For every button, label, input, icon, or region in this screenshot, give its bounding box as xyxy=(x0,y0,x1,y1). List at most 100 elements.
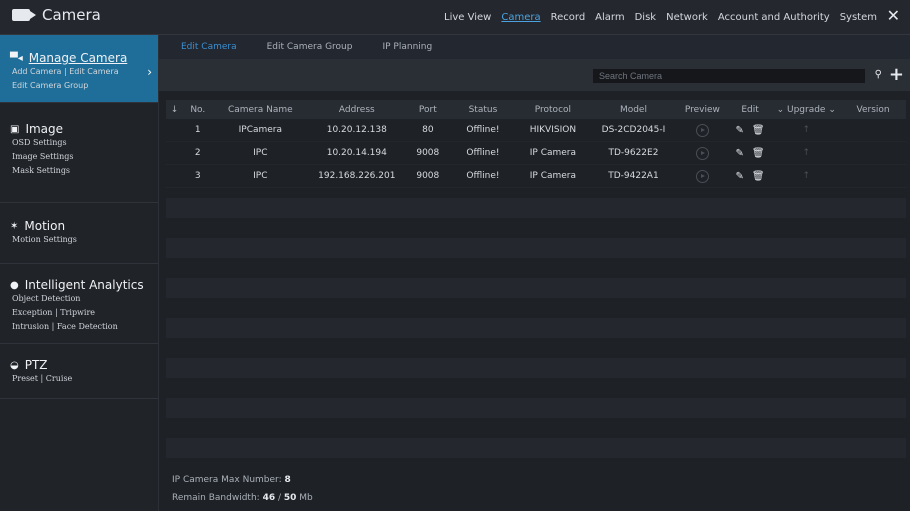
cell-model: TD-9422A1 xyxy=(608,171,659,181)
col-status[interactable]: Status xyxy=(450,100,516,119)
nav-live-view[interactable]: Live View xyxy=(443,12,492,23)
sidebar-section-ptz[interactable]: ◒ PTZ Preset | Cruise xyxy=(0,344,158,399)
cell-protocol: IP Camera xyxy=(529,148,577,158)
link-cruise[interactable]: Cruise xyxy=(46,374,73,383)
table-row[interactable]: 1 IPCamera 10.20.12.138 80 Offline! HIKV… xyxy=(166,119,906,142)
link-intrusion[interactable]: Intrusion xyxy=(12,322,49,331)
tab-ip-planning[interactable]: IP Planning xyxy=(382,42,432,52)
preview-play-icon[interactable] xyxy=(695,169,709,183)
toolbar: ⚲ + xyxy=(159,59,910,91)
table-row[interactable]: 3 IPC 192.168.226.201 9008 Offline! IP C… xyxy=(166,165,906,188)
link-exception[interactable]: Exception xyxy=(12,308,52,317)
analytics-icon: ● xyxy=(10,279,19,291)
cell-no: 2 xyxy=(194,148,201,158)
link-image-settings[interactable]: Image Settings xyxy=(12,152,74,161)
upgrade-arrow-icon[interactable]: ↑ xyxy=(802,125,810,135)
col-camera-name[interactable]: Camera Name xyxy=(212,100,309,119)
sort-icon[interactable]: ↓ xyxy=(166,100,183,119)
link-preset[interactable]: Preset xyxy=(12,374,38,383)
app-title: Camera xyxy=(12,6,101,24)
max-number-info: IP Camera Max Number: 8 xyxy=(172,475,291,485)
nav-network[interactable]: Network xyxy=(665,12,709,23)
nav-system[interactable]: System xyxy=(839,12,878,23)
table-row[interactable]: 2 IPC 10.20.14.194 9008 Offline! IP Came… xyxy=(166,142,906,165)
main-nav: Live View Camera Record Alarm Disk Netwo… xyxy=(443,0,878,34)
sidebar-section-intelligent-analytics[interactable]: ● Intelligent Analytics Object Detection… xyxy=(0,264,158,344)
col-address[interactable]: Address xyxy=(308,100,406,119)
sidebar-title-motion[interactable]: Motion xyxy=(24,219,65,233)
sidebar-title-image[interactable]: Image xyxy=(25,122,63,136)
app-title-text: Camera xyxy=(42,6,101,24)
bandwidth-total: 50 xyxy=(283,493,297,503)
cell-address: 10.20.12.138 xyxy=(326,125,387,135)
search-input[interactable] xyxy=(592,68,866,84)
col-protocol[interactable]: Protocol xyxy=(515,100,590,119)
link-edit-camera-group[interactable]: Edit Camera Group xyxy=(12,81,88,90)
col-edit[interactable]: Edit xyxy=(727,100,773,119)
camera-icon: ▀◂ xyxy=(10,52,23,64)
main-panel: Edit Camera Edit Camera Group IP Plannin… xyxy=(159,35,910,511)
nav-alarm[interactable]: Alarm xyxy=(594,12,625,23)
sidebar-section-image[interactable]: ▣ Image OSD Settings Image Settings Mask… xyxy=(0,102,158,203)
edit-pencil-icon[interactable]: ✎ xyxy=(736,125,744,136)
image-icon: ▣ xyxy=(10,123,20,135)
link-object-detection[interactable]: Object Detection xyxy=(12,294,80,303)
search-icon[interactable]: ⚲ xyxy=(875,69,882,80)
nav-account-authority[interactable]: Account and Authority xyxy=(717,12,831,23)
col-model[interactable]: Model xyxy=(590,100,677,119)
bandwidth-used: 46 xyxy=(262,493,276,503)
delete-trash-icon[interactable]: 🗑 xyxy=(752,125,765,136)
sidebar-section-motion[interactable]: ✶ Motion Motion Settings xyxy=(0,203,158,264)
link-motion-settings[interactable]: Motion Settings xyxy=(12,235,77,244)
tab-edit-camera-group[interactable]: Edit Camera Group xyxy=(267,42,353,52)
chevron-right-icon: › xyxy=(147,65,152,79)
cell-protocol: IP Camera xyxy=(529,171,577,181)
cell-status: Offline! xyxy=(466,125,500,135)
sidebar-title-manage-camera[interactable]: Manage Camera xyxy=(29,51,128,65)
cell-port: 9008 xyxy=(416,148,440,158)
link-tripwire[interactable]: Tripwire xyxy=(60,308,95,317)
delete-trash-icon[interactable]: 🗑 xyxy=(752,148,765,159)
cell-no: 3 xyxy=(194,171,201,181)
upgrade-arrow-icon[interactable]: ↑ xyxy=(802,148,810,158)
chevron-down-icon: ⌄ xyxy=(828,104,836,115)
sidebar-title-intelligent-analytics[interactable]: Intelligent Analytics xyxy=(25,278,144,292)
cell-port: 80 xyxy=(422,125,434,135)
col-upgrade-label: Upgrade xyxy=(786,104,826,115)
bandwidth-unit: Mb xyxy=(299,493,313,503)
link-face-detection[interactable]: Face Detection xyxy=(57,322,118,331)
camera-table: ↓ No. Camera Name Address Port Status Pr… xyxy=(166,100,906,188)
top-bar: Camera Live View Camera Record Alarm Dis… xyxy=(0,0,910,35)
sidebar-title-ptz[interactable]: PTZ xyxy=(25,358,48,372)
nav-camera[interactable]: Camera xyxy=(500,12,541,23)
link-edit-camera[interactable]: Edit Camera xyxy=(69,67,118,76)
preview-play-icon[interactable] xyxy=(695,123,709,137)
nav-disk[interactable]: Disk xyxy=(634,12,657,23)
edit-pencil-icon[interactable]: ✎ xyxy=(736,171,744,182)
nav-record[interactable]: Record xyxy=(550,12,587,23)
col-version[interactable]: Version xyxy=(840,100,906,119)
close-icon[interactable]: ✕ xyxy=(887,6,900,25)
link-mask-settings[interactable]: Mask Settings xyxy=(12,166,70,175)
cell-model: TD-9622E2 xyxy=(608,148,659,158)
edit-pencil-icon[interactable]: ✎ xyxy=(736,148,744,159)
link-add-camera[interactable]: Add Camera xyxy=(12,67,61,76)
bandwidth-info: Remain Bandwidth: 46 / 50 Mb xyxy=(172,493,313,503)
sidebar-section-manage-camera[interactable]: ▀◂ Manage Camera Add Camera | Edit Camer… xyxy=(0,35,158,103)
cell-address: 192.168.226.201 xyxy=(318,171,396,181)
col-port[interactable]: Port xyxy=(405,100,451,119)
tab-bar: Edit Camera Edit Camera Group IP Plannin… xyxy=(159,35,910,59)
tab-edit-camera[interactable]: Edit Camera xyxy=(181,42,237,52)
upgrade-arrow-icon[interactable]: ↑ xyxy=(802,171,810,181)
delete-trash-icon[interactable]: 🗑 xyxy=(752,171,765,182)
motion-icon: ✶ xyxy=(10,220,19,232)
max-number-value: 8 xyxy=(284,475,291,485)
col-upgrade[interactable]: ⌄ Upgrade ⌄ xyxy=(772,100,841,119)
col-preview[interactable]: Preview xyxy=(676,100,728,119)
link-osd-settings[interactable]: OSD Settings xyxy=(12,138,67,147)
preview-play-icon[interactable] xyxy=(695,146,709,160)
add-camera-button[interactable]: + xyxy=(889,64,904,85)
camera-icon xyxy=(12,9,36,21)
col-no[interactable]: No. xyxy=(182,100,213,119)
cell-protocol: HIKVISION xyxy=(529,125,577,135)
